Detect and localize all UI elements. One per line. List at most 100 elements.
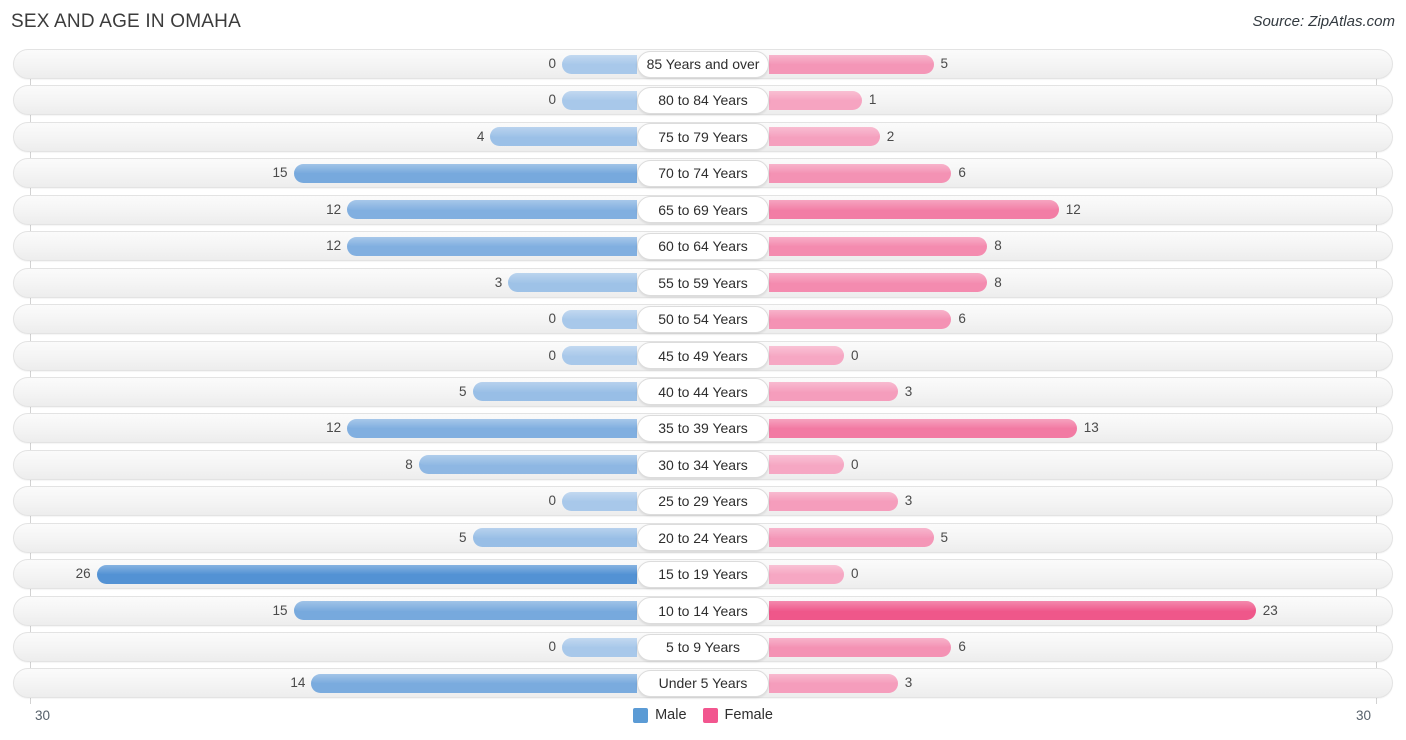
female-bar[interactable] [769,601,1256,621]
male-bar[interactable] [562,491,637,511]
male-bar[interactable] [347,236,637,256]
male-bar[interactable] [562,54,637,74]
male-bar[interactable] [418,455,637,475]
legend-item-female[interactable]: Female [702,707,773,723]
female-bar[interactable] [769,273,988,293]
female-value-label: 1 [868,92,877,108]
female-bar[interactable] [769,54,934,74]
legend: Male Female [0,707,1406,723]
table-row: 8 0 30 to 34 Years [0,447,1406,483]
table-row: 0 6 50 to 54 Years [0,301,1406,337]
sex-and-age-chart: SEX AND AGE IN OMAHA Source: ZipAtlas.co… [0,0,1406,740]
female-value-label: 8 [994,238,1002,254]
table-row: 0 6 5 to 9 Years [0,629,1406,665]
table-row: 5 5 20 to 24 Years [0,520,1406,556]
male-value-label: 12 [326,420,342,436]
plot-area: 0 5 85 Years and over 0 1 80 to 84 Years 4 2 75 … [0,46,1406,704]
female-bar[interactable] [769,491,898,511]
male-value-label: 15 [272,165,288,181]
male-value-label: 0 [548,493,556,509]
male-bar[interactable] [490,127,637,147]
age-group-label: 85 Years and over [637,50,769,78]
age-group-label: 80 to 84 Years [637,86,769,114]
female-value-label: 0 [851,566,859,582]
male-bar[interactable] [311,673,637,693]
age-group-label: 15 to 19 Years [637,560,769,588]
female-bar[interactable] [769,346,844,365]
female-value-label: 6 [958,165,966,181]
female-bar[interactable] [769,637,952,657]
male-bar[interactable] [347,418,637,438]
female-bar[interactable] [769,455,844,475]
age-group-label: 60 to 64 Years [637,232,769,260]
table-row: 15 23 10 to 14 Years [0,593,1406,629]
male-value-label: 15 [272,602,288,618]
table-row: 0 3 25 to 29 Years [0,483,1406,519]
male-bar[interactable] [562,637,637,657]
female-value-label: 5 [940,529,949,545]
male-value-label: 0 [548,311,556,327]
age-group-label: 35 to 39 Years [637,414,769,442]
age-group-label: 25 to 29 Years [637,487,769,515]
table-row: 4 2 75 to 79 Years [0,119,1406,155]
legend-label-female: Female [724,707,773,723]
age-group-label: 40 to 44 Years [637,378,769,406]
male-bar[interactable] [96,564,637,584]
male-value-label: 3 [494,274,503,290]
age-group-rows: 0 5 85 Years and over 0 1 80 to 84 Years 4 2 75 … [0,46,1406,702]
table-row: 15 6 70 to 74 Years [0,155,1406,191]
male-value-label: 0 [548,347,556,363]
male-bar[interactable] [508,273,637,293]
age-group-label: 75 to 79 Years [637,123,769,151]
female-value-label: 6 [958,311,966,327]
male-bar[interactable] [293,163,637,183]
female-value-label: 12 [1065,201,1081,217]
female-bar[interactable] [769,382,898,402]
male-color-swatch-icon [633,707,649,723]
age-group-label: 45 to 49 Years [637,342,769,369]
female-value-label: 6 [958,639,966,654]
age-group-label: 50 to 54 Years [637,305,769,333]
female-bar[interactable] [769,163,952,183]
age-group-label: 10 to 14 Years [637,597,769,625]
legend-item-male[interactable]: Male [633,707,687,723]
female-value-label: 23 [1262,602,1278,618]
female-value-label: 13 [1083,420,1099,436]
table-row: 12 8 60 to 64 Years [0,228,1406,264]
male-bar[interactable] [472,382,637,402]
female-bar[interactable] [769,418,1077,438]
male-bar[interactable] [562,346,637,365]
female-bar[interactable] [769,673,898,693]
table-row: 14 3 Under 5 Years [0,665,1406,701]
male-value-label: 8 [405,456,413,472]
male-bar[interactable] [562,90,637,110]
female-value-label: 3 [904,383,913,399]
page-title: SEX AND AGE IN OMAHA [11,11,241,32]
age-group-label: 70 to 74 Years [637,159,769,187]
male-value-label: 4 [476,128,485,144]
male-value-label: 12 [326,201,342,217]
chart-header: SEX AND AGE IN OMAHA Source: ZipAtlas.co… [0,0,1406,46]
female-bar[interactable] [769,90,862,110]
female-color-swatch-icon [702,707,718,723]
female-value-label: 0 [851,347,859,363]
table-row: 0 1 80 to 84 Years [0,82,1406,118]
male-bar[interactable] [347,200,637,220]
female-value-label: 3 [904,675,913,691]
female-value-label: 2 [886,128,895,144]
male-bar[interactable] [472,528,637,548]
male-value-label: 0 [548,639,556,654]
female-bar[interactable] [769,200,1059,220]
female-bar[interactable] [769,127,880,147]
male-value-label: 14 [290,675,306,691]
female-bar[interactable] [769,236,988,256]
table-row: 3 8 55 to 59 Years [0,265,1406,301]
female-value-label: 5 [940,56,949,71]
table-row: 26 0 15 to 19 Years [0,556,1406,592]
female-bar[interactable] [769,528,934,548]
female-bar[interactable] [769,309,952,329]
table-row: 12 12 65 to 69 Years [0,192,1406,228]
male-bar[interactable] [562,309,637,329]
female-bar[interactable] [769,564,844,584]
male-bar[interactable] [293,601,637,621]
